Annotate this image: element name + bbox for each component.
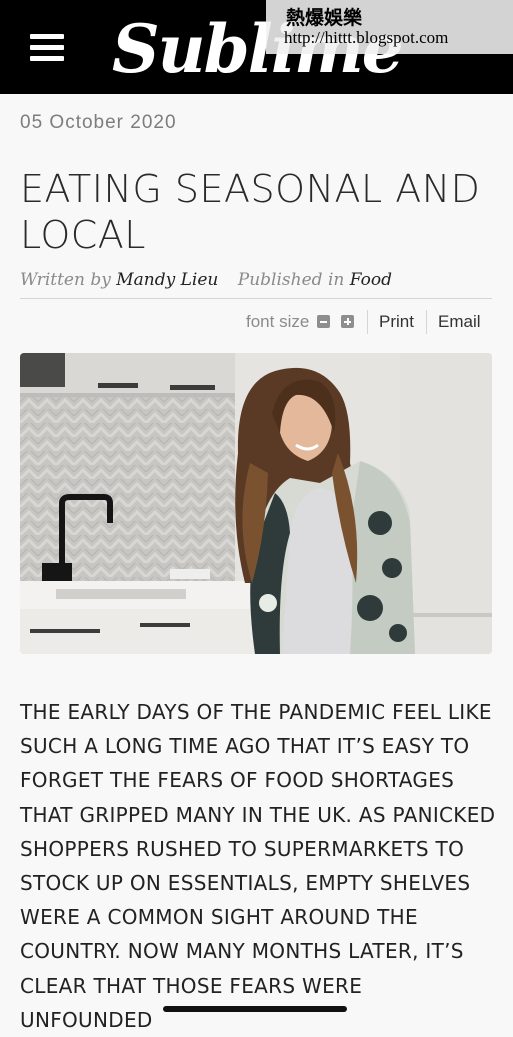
article-title: EATING SEASONAL AND LOCAL <box>20 167 481 257</box>
email-button[interactable]: Email <box>438 312 481 332</box>
watermark-text: 熱爆娛樂 <box>286 7 363 29</box>
hamburger-menu-icon[interactable] <box>30 34 64 62</box>
increase-font-size-icon[interactable] <box>341 315 354 328</box>
home-indicator-bar[interactable] <box>163 1006 347 1012</box>
written-by-label: Written by <box>20 270 111 290</box>
decrease-font-size-icon[interactable] <box>317 315 330 328</box>
published-in-label: Published in <box>237 270 345 290</box>
meta-divider <box>20 298 492 299</box>
author-link[interactable]: Mandy Lieu <box>116 270 218 290</box>
article-meta: Written by Mandy Lieu Published in Food <box>20 270 392 290</box>
article-lead-paragraph: The early days of the pandemic feel like… <box>20 700 496 1032</box>
category-link[interactable]: Food <box>350 270 392 290</box>
watermark-url: http://hittt.blogspot.com <box>284 28 449 47</box>
tools-divider <box>426 310 427 334</box>
kitchen-photo-illustration <box>20 353 492 654</box>
tools-divider <box>367 310 368 334</box>
print-button[interactable]: Print <box>379 312 414 332</box>
font-size-label: font size <box>246 312 310 331</box>
watermark-overlay: 熱爆娛樂 http://hittt.blogspot.com <box>266 0 513 54</box>
article-hero-image <box>20 353 492 654</box>
article-date: 05 October 2020 <box>20 112 177 133</box>
article-tools: font size Print Email <box>20 310 492 334</box>
